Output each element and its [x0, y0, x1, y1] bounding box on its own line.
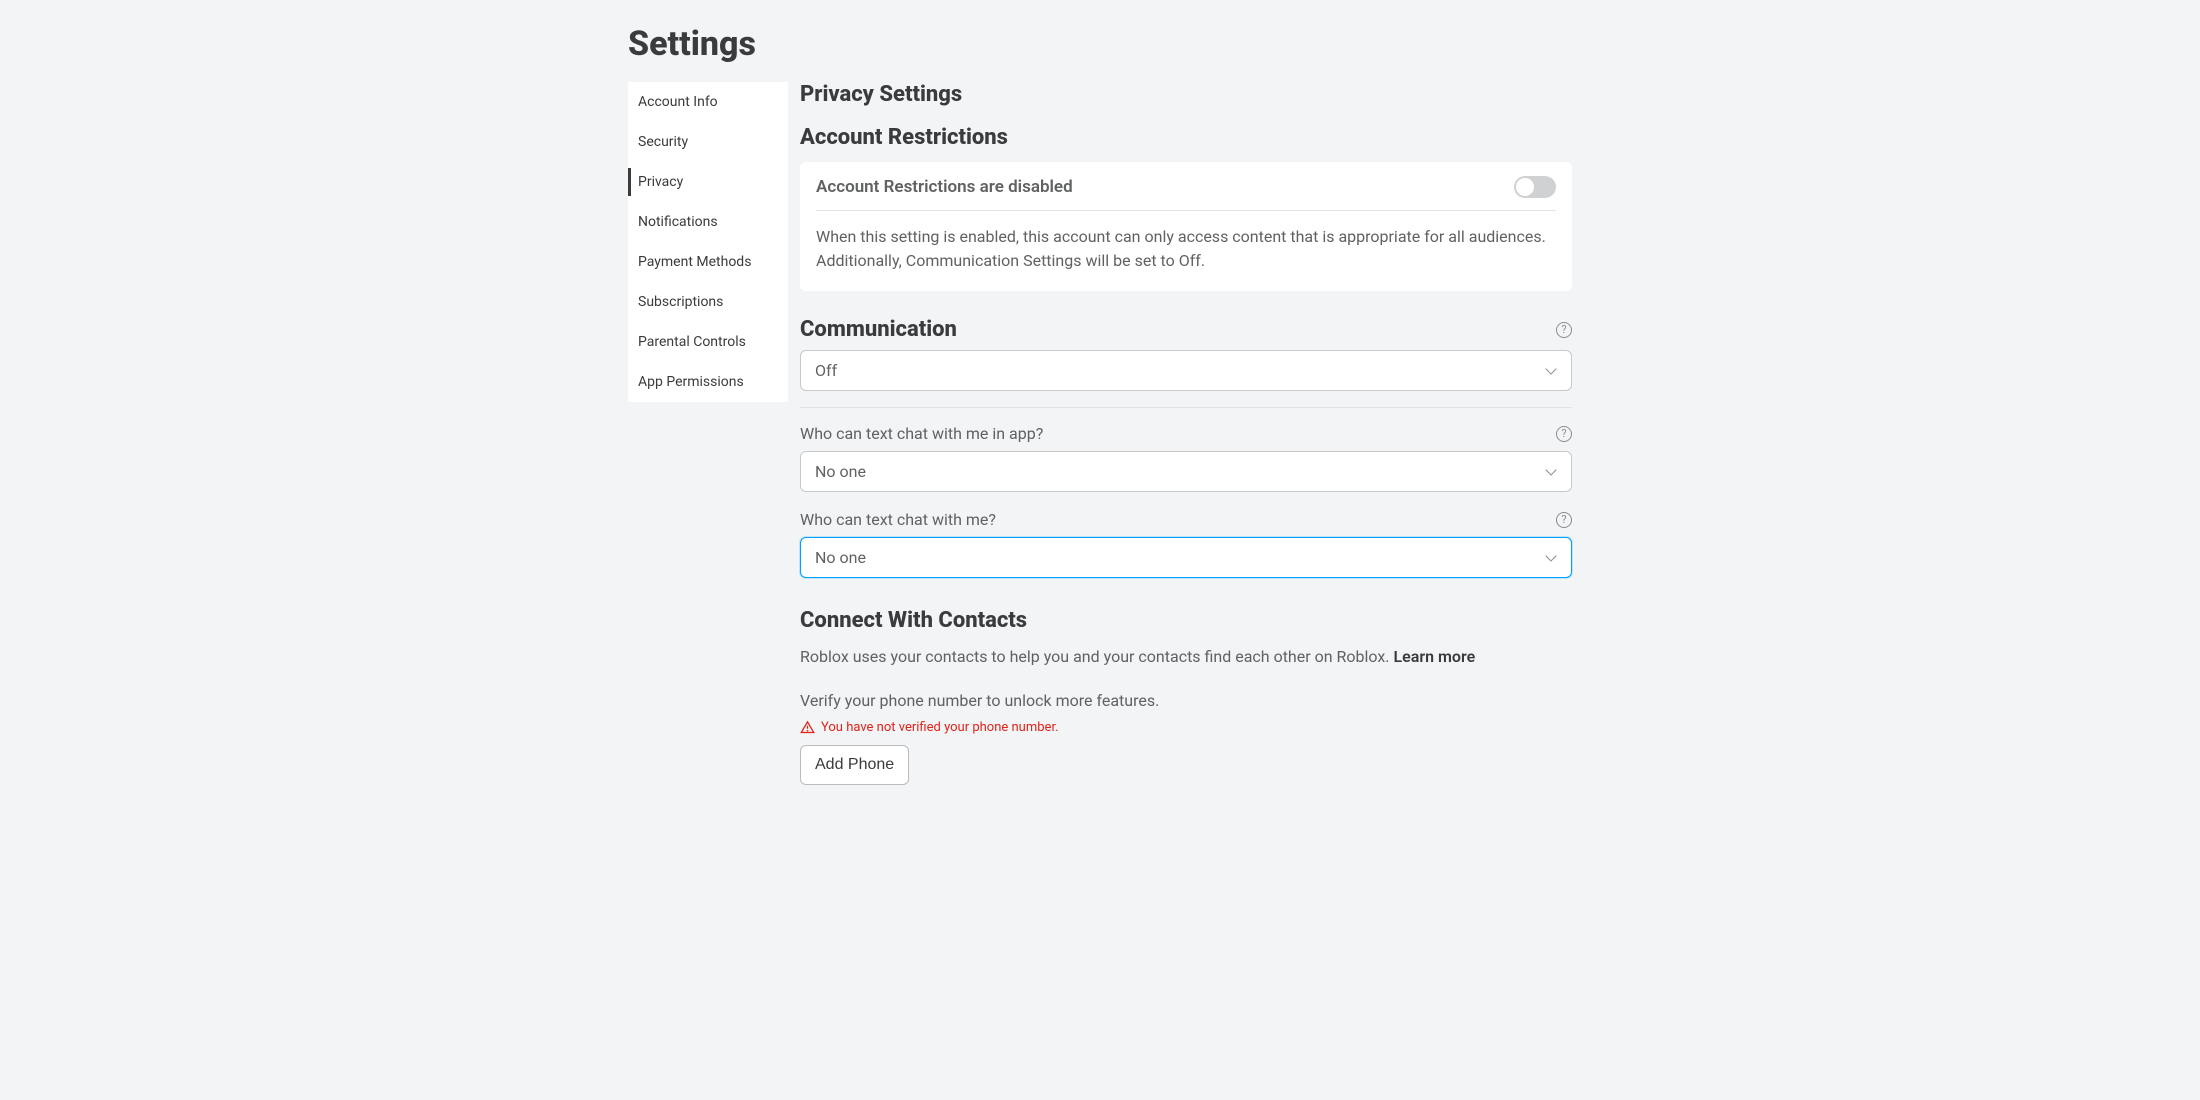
account-restrictions-toggle[interactable]: [1514, 176, 1556, 198]
chevron-down-icon: [1545, 552, 1557, 564]
warning-icon: [800, 720, 815, 735]
sidebar-item-payment-methods[interactable]: Payment Methods: [628, 242, 788, 282]
page-title: Settings: [628, 24, 1572, 64]
help-icon[interactable]: ?: [1556, 512, 1572, 528]
account-restrictions-heading: Account Restrictions: [800, 125, 1572, 150]
verify-phone-text: Verify your phone number to unlock more …: [800, 691, 1572, 710]
chat-in-app-select-value: No one: [815, 462, 866, 481]
chat-in-app-select[interactable]: No one: [800, 451, 1572, 492]
add-phone-button[interactable]: Add Phone: [800, 745, 909, 785]
help-icon[interactable]: ?: [1556, 426, 1572, 442]
contacts-description: Roblox uses your contacts to help you an…: [800, 645, 1572, 669]
chat-in-app-label: Who can text chat with me in app?: [800, 424, 1043, 443]
account-restrictions-description: When this setting is enabled, this accou…: [816, 211, 1556, 273]
chat-label: Who can text chat with me?: [800, 510, 996, 529]
sidebar-item-parental-controls[interactable]: Parental Controls: [628, 322, 788, 362]
sidebar-item-account-info[interactable]: Account Info: [628, 82, 788, 122]
chat-select[interactable]: No one: [800, 537, 1572, 578]
sidebar-item-subscriptions[interactable]: Subscriptions: [628, 282, 788, 322]
phone-warning-text: You have not verified your phone number.: [821, 720, 1059, 735]
communication-select-value: Off: [815, 361, 837, 380]
chevron-down-icon: [1545, 466, 1557, 478]
chevron-down-icon: [1545, 365, 1557, 377]
sidebar-item-privacy[interactable]: Privacy: [628, 162, 788, 202]
chat-select-value: No one: [815, 548, 866, 567]
account-restrictions-card: Account Restrictions are disabled When t…: [800, 162, 1572, 291]
main-panel: Privacy Settings Account Restrictions Ac…: [800, 82, 1572, 785]
communication-heading: Communication: [800, 317, 957, 342]
sidebar-item-notifications[interactable]: Notifications: [628, 202, 788, 242]
contacts-heading: Connect With Contacts: [800, 608, 1572, 633]
sidebar-item-app-permissions[interactable]: App Permissions: [628, 362, 788, 402]
settings-sidebar: Account Info Security Privacy Notificati…: [628, 82, 788, 402]
main-title: Privacy Settings: [800, 82, 1572, 107]
account-restrictions-status: Account Restrictions are disabled: [816, 177, 1073, 197]
learn-more-link[interactable]: Learn more: [1393, 647, 1475, 666]
help-icon[interactable]: ?: [1556, 322, 1572, 338]
divider: [800, 407, 1572, 408]
communication-select[interactable]: Off: [800, 350, 1572, 391]
sidebar-item-security[interactable]: Security: [628, 122, 788, 162]
